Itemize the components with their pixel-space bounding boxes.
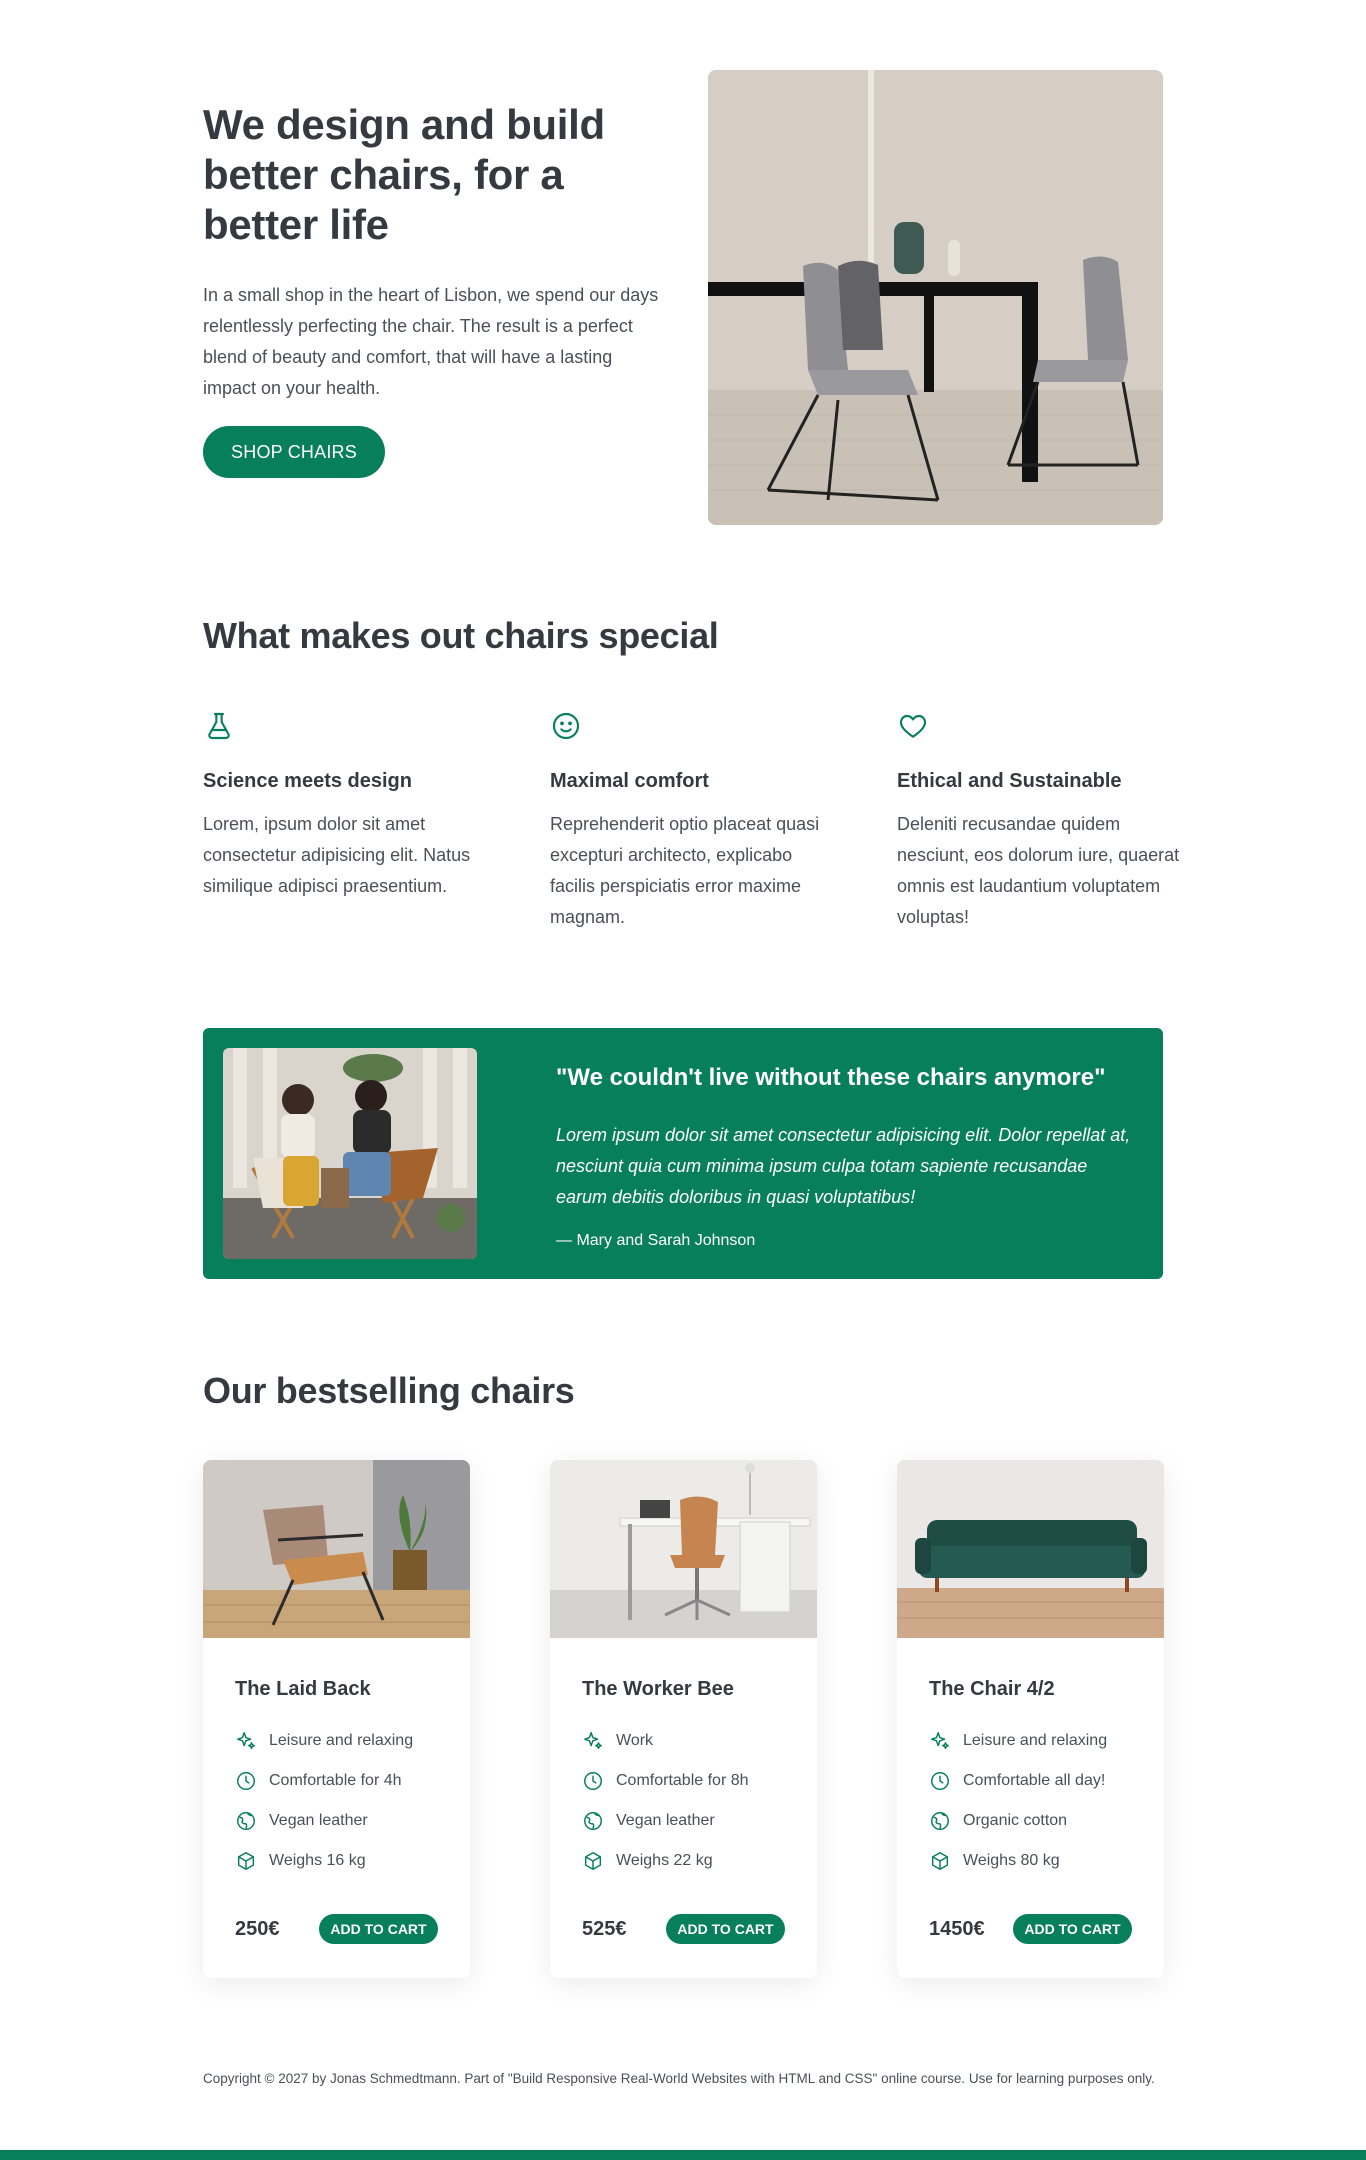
smile-icon xyxy=(550,710,582,742)
product-card-laid-back: The Laid Back Leisure and relaxing Comfo… xyxy=(203,1460,470,1978)
add-to-cart-button[interactable]: ADD TO CART xyxy=(666,1914,785,1944)
product-price: 1450€ xyxy=(929,1918,985,1940)
cube-icon xyxy=(582,1850,604,1872)
product-image xyxy=(897,1460,1164,1638)
footer-copyright: Copyright © 2027 by Jonas Schmedtmann. P… xyxy=(203,2071,1155,2086)
product-name: The Chair 4/2 xyxy=(929,1678,1055,1700)
product-attribute: Organic cotton xyxy=(929,1810,1067,1832)
product-attribute: Vegan leather xyxy=(582,1810,715,1832)
product-attribute: Vegan leather xyxy=(235,1810,368,1832)
clock-icon xyxy=(582,1770,604,1792)
product-card-worker-bee: The Worker Bee Work Comfortable for 8h V… xyxy=(550,1460,817,1978)
testimonial-section: "We couldn't live without these chairs a… xyxy=(203,1028,1163,1279)
product-price: 525€ xyxy=(582,1918,627,1940)
testimonial-image xyxy=(223,1048,477,1259)
heart-icon xyxy=(897,710,929,742)
sparkles-icon xyxy=(235,1730,257,1752)
product-attribute: Weighs 22 kg xyxy=(582,1850,713,1872)
feature-text: Reprehenderit optio placeat quasi except… xyxy=(550,814,820,927)
product-image xyxy=(203,1460,470,1638)
globe-icon xyxy=(582,1810,604,1832)
product-attribute: Leisure and relaxing xyxy=(929,1730,1107,1752)
feature-science: Science meets design Lorem, ipsum dolor … xyxy=(203,710,493,902)
globe-icon xyxy=(929,1810,951,1832)
add-to-cart-button[interactable]: ADD TO CART xyxy=(1013,1914,1132,1944)
hero-title: We design and build better chairs, for a… xyxy=(203,101,605,248)
feature-title: Ethical and Sustainable xyxy=(897,770,1122,792)
hero-section: We design and build better chairs, for a… xyxy=(203,70,1163,525)
clock-icon xyxy=(929,1770,951,1792)
product-attribute: Leisure and relaxing xyxy=(235,1730,413,1752)
sparkles-icon xyxy=(929,1730,951,1752)
product-price: 250€ xyxy=(235,1918,280,1940)
feature-comfort: Maximal comfort Reprehenderit optio plac… xyxy=(550,710,840,933)
features-title: What makes out chairs special xyxy=(203,615,719,656)
product-attribute: Work xyxy=(582,1730,653,1752)
product-attribute: Weighs 16 kg xyxy=(235,1850,366,1872)
product-attribute: Comfortable for 8h xyxy=(582,1770,749,1792)
cube-icon xyxy=(235,1850,257,1872)
feature-text: Deleniti recusandae quidem nesciunt, eos… xyxy=(897,814,1180,927)
bottom-accent-bar xyxy=(0,2150,1366,2160)
product-image xyxy=(550,1460,817,1638)
features-section: What makes out chairs special Science me… xyxy=(203,615,1179,935)
cube-icon xyxy=(929,1850,951,1872)
globe-icon xyxy=(235,1810,257,1832)
sparkles-icon xyxy=(582,1730,604,1752)
feature-ethical: Ethical and Sustainable Deleniti recusan… xyxy=(897,710,1187,933)
add-to-cart-button[interactable]: ADD TO CART xyxy=(319,1914,438,1944)
testimonial-text: Lorem ipsum dolor sit amet consectetur a… xyxy=(556,1125,1131,1207)
product-name: The Laid Back xyxy=(235,1678,371,1700)
testimonial-quote: "We couldn't live without these chairs a… xyxy=(556,1064,1106,1091)
hero-image xyxy=(708,70,1163,525)
hero-description: In a small shop in the heart of Lisbon, … xyxy=(203,285,659,398)
bestsellers-section: Our bestselling chairs The Laid Back Lei… xyxy=(203,1370,1164,1980)
feature-title: Maximal comfort xyxy=(550,770,709,792)
product-attribute: Comfortable all day! xyxy=(929,1770,1105,1792)
testimonial-author: — Mary and Sarah Johnson xyxy=(556,1232,756,1249)
flask-icon xyxy=(203,710,235,742)
shop-chairs-button[interactable]: Shop Chairs xyxy=(203,426,385,478)
clock-icon xyxy=(235,1770,257,1792)
product-name: The Worker Bee xyxy=(582,1678,734,1700)
bestsellers-title: Our bestselling chairs xyxy=(203,1370,575,1411)
feature-text: Lorem, ipsum dolor sit amet consectetur … xyxy=(203,814,471,896)
feature-title: Science meets design xyxy=(203,770,412,792)
product-attribute: Weighs 80 kg xyxy=(929,1850,1060,1872)
product-card-chair-4-2: The Chair 4/2 Leisure and relaxing Comfo… xyxy=(897,1460,1164,1978)
product-attribute: Comfortable for 4h xyxy=(235,1770,402,1792)
